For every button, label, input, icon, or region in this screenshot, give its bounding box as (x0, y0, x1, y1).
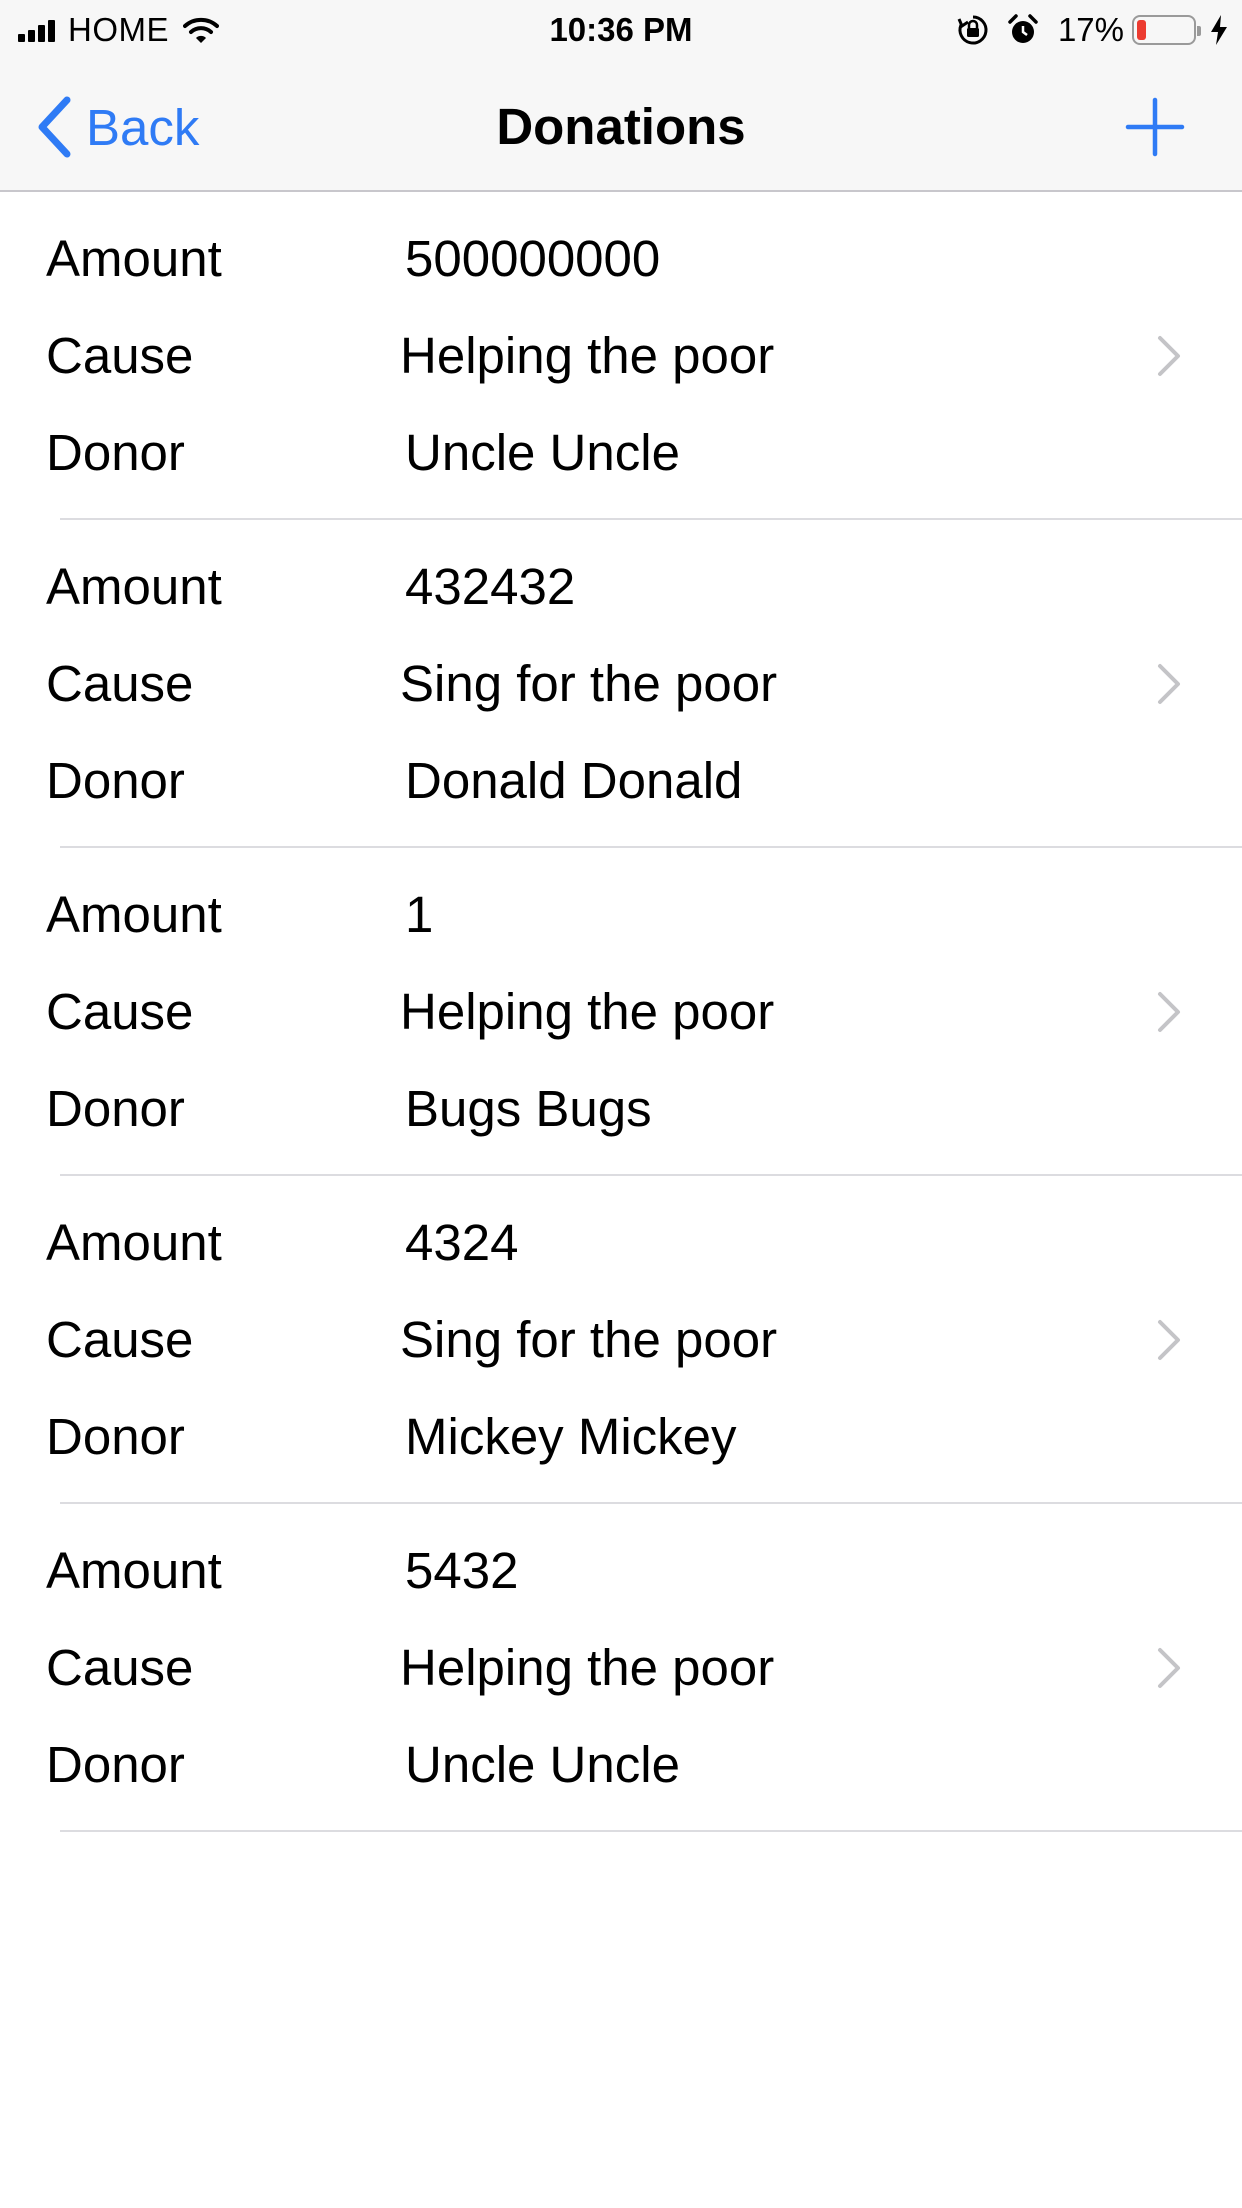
donor-label: Donor (46, 1408, 185, 1465)
amount-label: Amount (46, 886, 222, 943)
chevron-right-icon (1158, 664, 1180, 704)
cause-label: Cause (46, 983, 194, 1040)
chevron-right-icon (1158, 1320, 1180, 1360)
donor-label: Donor (46, 752, 185, 809)
add-donation-button[interactable] (1124, 96, 1186, 158)
page-title: Donations (496, 98, 746, 155)
cause-label: Cause (46, 1311, 194, 1368)
cause-label: Cause (46, 655, 194, 712)
amount-label: Amount (46, 1542, 222, 1599)
amount-value: 5432 (405, 1542, 519, 1599)
cause-value: Sing for the poor (400, 655, 778, 712)
amount-label: Amount (46, 230, 222, 287)
status-right: 17% (940, 10, 1228, 50)
amount-value: 432432 (405, 558, 576, 615)
donor-value: Uncle Uncle (405, 1736, 680, 1793)
donor-value: Bugs Bugs (405, 1080, 652, 1137)
donation-cell[interactable]: Amount 1 Cause Helping the poor Donor Bu… (0, 848, 1242, 1176)
chevron-right-icon (1158, 1648, 1180, 1688)
navigation-bar: Back Donations (0, 60, 1242, 192)
amount-label: Amount (46, 558, 222, 615)
cause-label: Cause (46, 1639, 194, 1696)
plus-icon (1125, 97, 1185, 157)
battery-level-fill (1137, 20, 1146, 40)
cause-value: Helping the poor (400, 983, 775, 1040)
donor-label: Donor (46, 1080, 185, 1137)
chevron-right-icon (1158, 992, 1180, 1032)
battery-icon (1132, 15, 1201, 45)
donation-cell[interactable]: Amount 432432 Cause Sing for the poor Do… (0, 520, 1242, 848)
amount-value: 4324 (405, 1214, 519, 1271)
donor-label: Donor (46, 1736, 185, 1793)
donor-value: Mickey Mickey (405, 1408, 737, 1465)
cause-value: Sing for the poor (400, 1311, 778, 1368)
cause-value: Helping the poor (400, 1639, 775, 1696)
donation-list: Amount 500000000 Cause Helping the poor … (0, 192, 1242, 1832)
orientation-lock-icon (956, 13, 990, 47)
chevron-right-icon (1158, 336, 1180, 376)
donation-cell[interactable]: Amount 500000000 Cause Helping the poor … (0, 192, 1242, 520)
donation-cell[interactable]: Amount 4324 Cause Sing for the poor Dono… (0, 1176, 1242, 1504)
donor-label: Donor (46, 424, 185, 481)
amount-value: 1 (405, 886, 434, 943)
amount-label: Amount (46, 1214, 222, 1271)
status-bar: HOME 10:36 PM 17% (0, 0, 1242, 60)
donor-value: Donald Donald (405, 752, 743, 809)
charging-bolt-icon (1210, 15, 1228, 45)
donation-cell[interactable]: Amount 5432 Cause Helping the poor Donor… (0, 1504, 1242, 1832)
battery-percent: 17% (1057, 11, 1124, 48)
amount-value: 500000000 (405, 230, 661, 287)
alarm-icon (1006, 13, 1040, 47)
donor-value: Uncle Uncle (405, 424, 680, 481)
cause-value: Helping the poor (400, 327, 775, 384)
cause-label: Cause (46, 327, 194, 384)
